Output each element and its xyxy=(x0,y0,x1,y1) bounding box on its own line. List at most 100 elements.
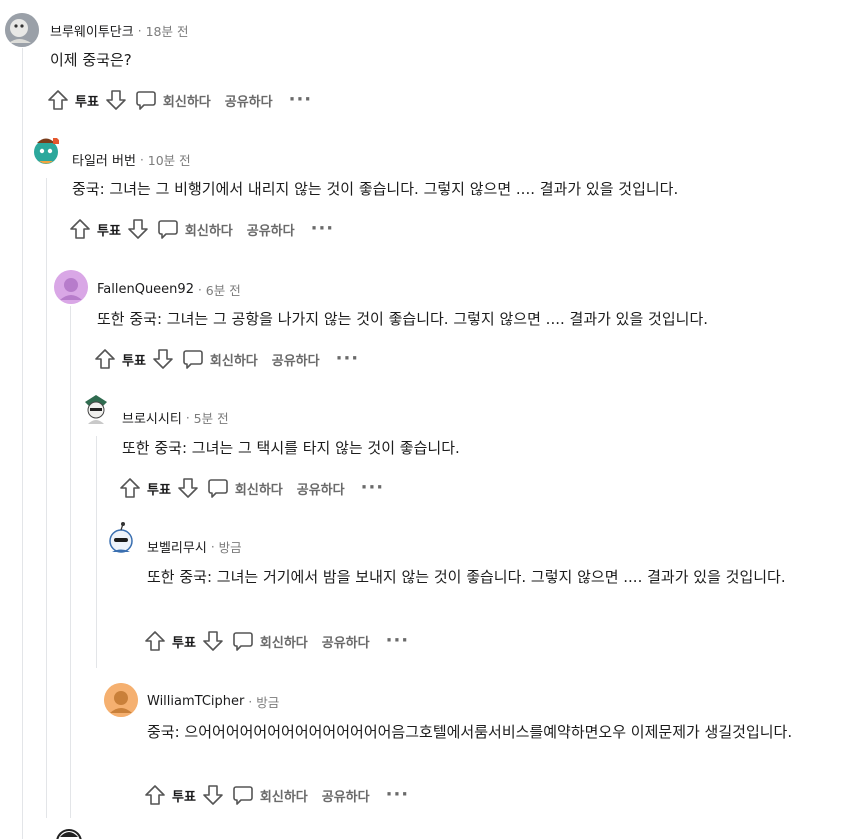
downvote-button[interactable] xyxy=(202,784,224,806)
thread-line[interactable] xyxy=(70,306,71,818)
vote-label: 투표 xyxy=(75,94,99,110)
username[interactable]: FallenQueen92 xyxy=(97,282,194,297)
avatar[interactable] xyxy=(79,392,113,426)
more-options-button[interactable]: ··· xyxy=(386,786,410,804)
avatar[interactable] xyxy=(104,521,138,555)
share-label: 공유하다 xyxy=(271,353,320,369)
vote-label: 투표 xyxy=(147,482,171,498)
downvote-button[interactable] xyxy=(127,218,149,240)
more-options-button[interactable]: ··· xyxy=(311,220,335,238)
thread-line[interactable] xyxy=(46,178,47,818)
timestamp[interactable]: 방금 xyxy=(219,537,242,556)
avatar[interactable] xyxy=(54,270,88,304)
comment-bubble-icon xyxy=(183,350,203,369)
separator-dot: · xyxy=(139,152,144,167)
share-button[interactable]: 공유하다 xyxy=(247,220,295,239)
comment-bubble-icon xyxy=(158,220,178,239)
timestamp[interactable]: 6분 전 xyxy=(206,280,241,299)
separator-dot: · xyxy=(197,282,202,297)
more-options-button[interactable]: ··· xyxy=(336,350,360,368)
downvote-arrow-icon xyxy=(203,631,223,651)
reply-button[interactable]: 회신하다 xyxy=(182,348,258,370)
vote-label: 투표 xyxy=(97,223,121,239)
reply-label: 회신하다 xyxy=(234,482,283,498)
reply-button[interactable]: 회신하다 xyxy=(232,630,308,652)
comment-body: 또한 중국: 그녀는 그 공항을 나가지 않는 것이 좋습니다. 그렇지 않으면… xyxy=(97,310,709,328)
upvote-button[interactable] xyxy=(69,218,91,240)
vote-label: 투표 xyxy=(172,635,196,651)
upvote-button[interactable] xyxy=(144,784,166,806)
share-button[interactable]: 공유하다 xyxy=(322,632,370,651)
reply-label: 회신하다 xyxy=(184,223,233,239)
share-button[interactable]: 공유하다 xyxy=(322,786,370,805)
thread-line[interactable] xyxy=(96,436,97,668)
timestamp[interactable]: 방금 xyxy=(256,692,279,711)
avatar-icon xyxy=(56,829,82,839)
username[interactable]: 브로시시티 xyxy=(122,408,182,427)
upvote-button[interactable] xyxy=(47,89,69,111)
reply-label: 회신하다 xyxy=(162,94,211,110)
upvote-arrow-icon xyxy=(145,785,165,805)
username[interactable]: 타일러 버번 xyxy=(72,150,136,169)
upvote-arrow-icon xyxy=(145,631,165,651)
downvote-arrow-icon xyxy=(106,90,126,110)
username[interactable]: 브루웨이투단크 xyxy=(50,21,134,40)
timestamp[interactable]: 5분 전 xyxy=(194,408,229,427)
downvote-button[interactable] xyxy=(105,89,127,111)
share-button[interactable]: 공유하다 xyxy=(297,479,345,498)
upvote-arrow-icon xyxy=(95,349,115,369)
avatar[interactable] xyxy=(104,683,138,717)
upvote-button[interactable] xyxy=(144,630,166,652)
share-label: 공유하다 xyxy=(321,635,370,651)
timestamp[interactable]: 10분 전 xyxy=(148,150,191,169)
reply-button[interactable]: 회신하다 xyxy=(157,218,233,240)
downvote-button[interactable] xyxy=(177,477,199,499)
reply-label: 회신하다 xyxy=(259,789,308,805)
comment-body: 또한 중국: 그녀는 거기에서 밤을 보내지 않는 것이 좋습니다. 그렇지 않… xyxy=(147,568,786,586)
next-comment-avatar[interactable] xyxy=(54,827,84,839)
share-label: 공유하다 xyxy=(296,482,345,498)
vote-label: 투표 xyxy=(172,789,196,805)
more-options-button[interactable]: ··· xyxy=(386,632,410,650)
upvote-button[interactable] xyxy=(94,348,116,370)
downvote-button[interactable] xyxy=(152,348,174,370)
thread-line[interactable] xyxy=(22,48,23,839)
downvote-button[interactable] xyxy=(202,630,224,652)
action-bar: 투표 회신하다 공유하다 ··· xyxy=(144,781,409,809)
action-bar: 투표 회신하다 공유하다 ··· xyxy=(94,345,359,373)
separator-dot: · xyxy=(210,539,215,554)
avatar[interactable] xyxy=(5,13,39,47)
comment-body: 또한 중국: 그녀는 그 택시를 타지 않는 것이 좋습니다. xyxy=(122,439,460,457)
downvote-arrow-icon xyxy=(153,349,173,369)
avatar[interactable] xyxy=(29,134,63,168)
comment-bubble-icon xyxy=(233,786,253,805)
reply-button[interactable]: 회신하다 xyxy=(135,89,211,111)
reply-button[interactable]: 회신하다 xyxy=(207,477,283,499)
action-bar: 투표 회신하다 공유하다 ··· xyxy=(119,474,384,502)
separator-dot: · xyxy=(137,23,142,38)
upvote-button[interactable] xyxy=(119,477,141,499)
comment-bubble-icon xyxy=(136,91,156,110)
share-label: 공유하다 xyxy=(246,223,295,239)
action-bar: 투표 회신하다 공유하다 ··· xyxy=(47,86,312,114)
vote-label: 투표 xyxy=(122,353,146,369)
action-bar: 투표 회신하다 공유하다 ··· xyxy=(69,215,334,243)
separator-dot: · xyxy=(185,410,190,425)
comment-bubble-icon xyxy=(208,479,228,498)
downvote-arrow-icon xyxy=(128,219,148,239)
reply-button[interactable]: 회신하다 xyxy=(232,784,308,806)
username[interactable]: WilliamTCipher xyxy=(147,694,244,709)
timestamp[interactable]: 18분 전 xyxy=(146,21,189,40)
separator-dot: · xyxy=(248,694,253,709)
username[interactable]: 보벨리무시 xyxy=(147,537,207,556)
comment-body: 중국: 그녀는 그 비행기에서 내리지 않는 것이 좋습니다. 그렇지 않으면 … xyxy=(72,180,679,198)
more-options-button[interactable]: ··· xyxy=(289,91,313,109)
share-button[interactable]: 공유하다 xyxy=(225,91,273,110)
reply-label: 회신하다 xyxy=(259,635,308,651)
share-button[interactable]: 공유하다 xyxy=(272,350,320,369)
comment-bubble-icon xyxy=(233,632,253,651)
share-label: 공유하다 xyxy=(224,94,273,110)
comment-body: 이제 중국은? xyxy=(50,51,132,69)
more-options-button[interactable]: ··· xyxy=(361,479,385,497)
action-bar: 투표 회신하다 공유하다 ··· xyxy=(144,627,409,655)
